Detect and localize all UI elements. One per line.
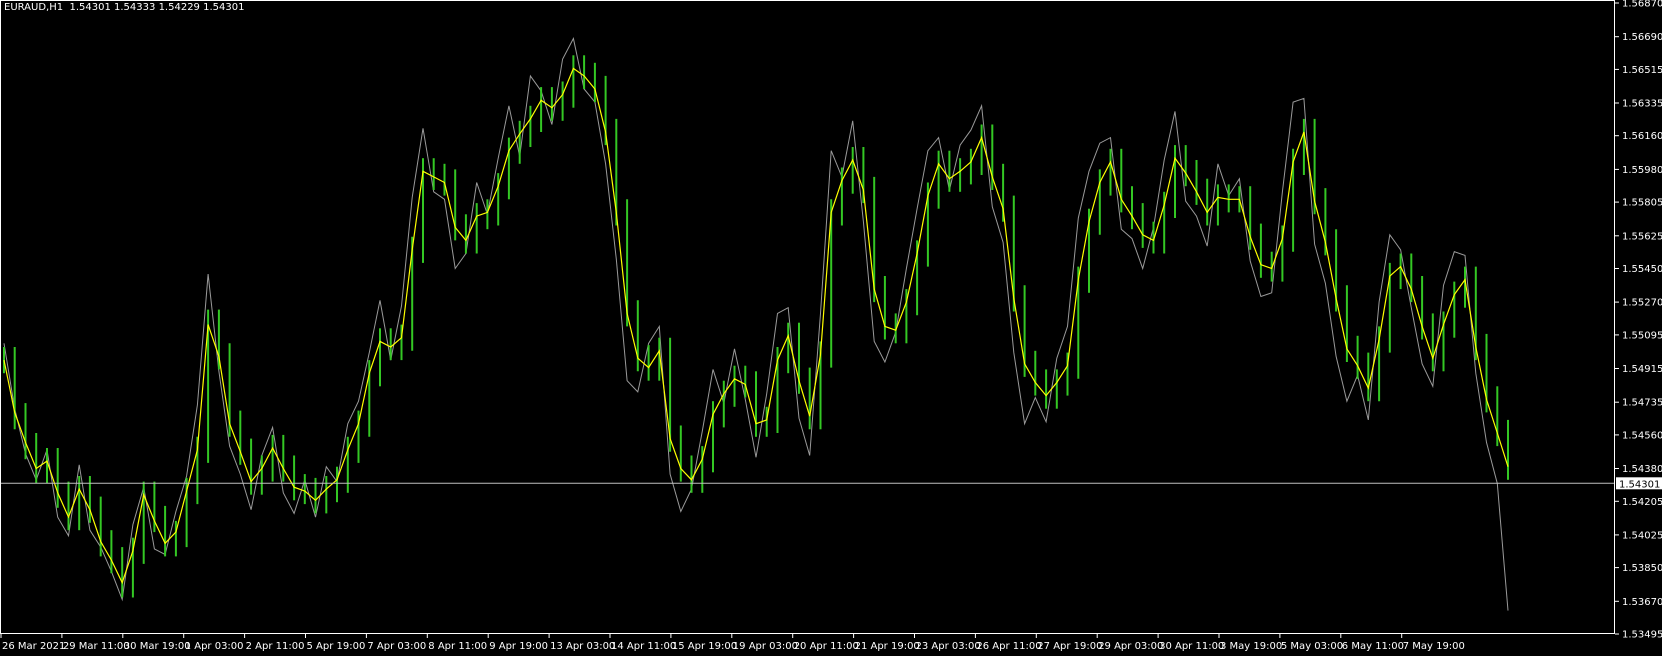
y-tick-label: 1.56160 <box>1622 131 1662 142</box>
y-tick-label: 1.53495 <box>1622 630 1662 641</box>
plot-border <box>0 0 1615 634</box>
x-tick-label: 30 Apr 11:00 <box>1159 641 1224 652</box>
x-tick-label: 26 Mar 2021 <box>2 641 65 652</box>
x-tick-label: 14 Apr 11:00 <box>611 641 676 652</box>
x-tick-label: 7 May 19:00 <box>1403 641 1465 652</box>
x-tick-label: 19 Apr 03:00 <box>733 641 798 652</box>
y-tick-label: 1.54205 <box>1622 497 1662 508</box>
x-tick-label: 20 Apr 11:00 <box>794 641 859 652</box>
overlay-line <box>3 37 1509 611</box>
y-tick-label: 1.55805 <box>1622 198 1662 209</box>
y-tick-label: 1.55095 <box>1622 330 1662 341</box>
y-tick-label: 1.55980 <box>1622 165 1662 176</box>
x-tick-label: 8 Apr 11:00 <box>428 641 487 652</box>
y-tick-label: 1.56690 <box>1622 32 1662 43</box>
x-tick-label: 23 Apr 03:00 <box>916 641 981 652</box>
y-tick-label: 1.54380 <box>1622 464 1662 475</box>
x-tick-label: 13 Apr 03:00 <box>550 641 615 652</box>
x-tick-label: 5 May 03:00 <box>1281 641 1343 652</box>
y-tick-label: 1.55270 <box>1622 298 1662 309</box>
ma-line <box>3 67 1509 585</box>
x-tick-label: 29 Mar 11:00 <box>63 641 130 652</box>
x-tick-label: 6 May 11:00 <box>1342 641 1404 652</box>
x-tick-label: 1 Apr 03:00 <box>185 641 244 652</box>
y-tick-label: 1.54915 <box>1622 364 1662 375</box>
current-price-label: 1.54301 <box>1619 479 1660 490</box>
chart-window[interactable]: EURAUD,H1 1.54301 1.54333 1.54229 1.5430… <box>0 0 1662 656</box>
x-tick-label: 9 Apr 19:00 <box>489 641 548 652</box>
x-tick-label: 30 Mar 19:00 <box>124 641 191 652</box>
y-tick-label: 1.55625 <box>1622 231 1662 242</box>
y-tick-label: 1.55450 <box>1622 264 1662 275</box>
y-tick-label: 1.56870 <box>1622 0 1662 10</box>
x-tick-label: 21 Apr 19:00 <box>855 641 920 652</box>
x-tick-label: 15 Apr 19:00 <box>672 641 737 652</box>
y-tick-label: 1.54025 <box>1622 530 1662 541</box>
plot-area <box>0 37 1615 611</box>
y-tick-label: 1.53670 <box>1622 597 1662 608</box>
x-tick-label: 27 Apr 19:00 <box>1037 641 1102 652</box>
x-tick-label: 7 Apr 03:00 <box>367 641 426 652</box>
y-tick-label: 1.53850 <box>1622 563 1662 574</box>
x-tick-label: 5 Apr 19:00 <box>307 641 366 652</box>
x-tick-label: 29 Apr 03:00 <box>1098 641 1163 652</box>
y-tick-label: 1.54560 <box>1622 430 1662 441</box>
x-tick-label: 26 Apr 11:00 <box>976 641 1041 652</box>
y-tick-label: 1.56515 <box>1622 65 1662 76</box>
x-tick-label: 3 May 19:00 <box>1220 641 1282 652</box>
y-tick-label: 1.54735 <box>1622 398 1662 409</box>
y-tick-label: 1.56335 <box>1622 99 1662 110</box>
price-chart[interactable]: 1.56870 1.56690 1.56515 1.56335 1.56160 1.559… <box>0 0 1662 656</box>
x-tick-label: 2 Apr 11:00 <box>246 641 305 652</box>
